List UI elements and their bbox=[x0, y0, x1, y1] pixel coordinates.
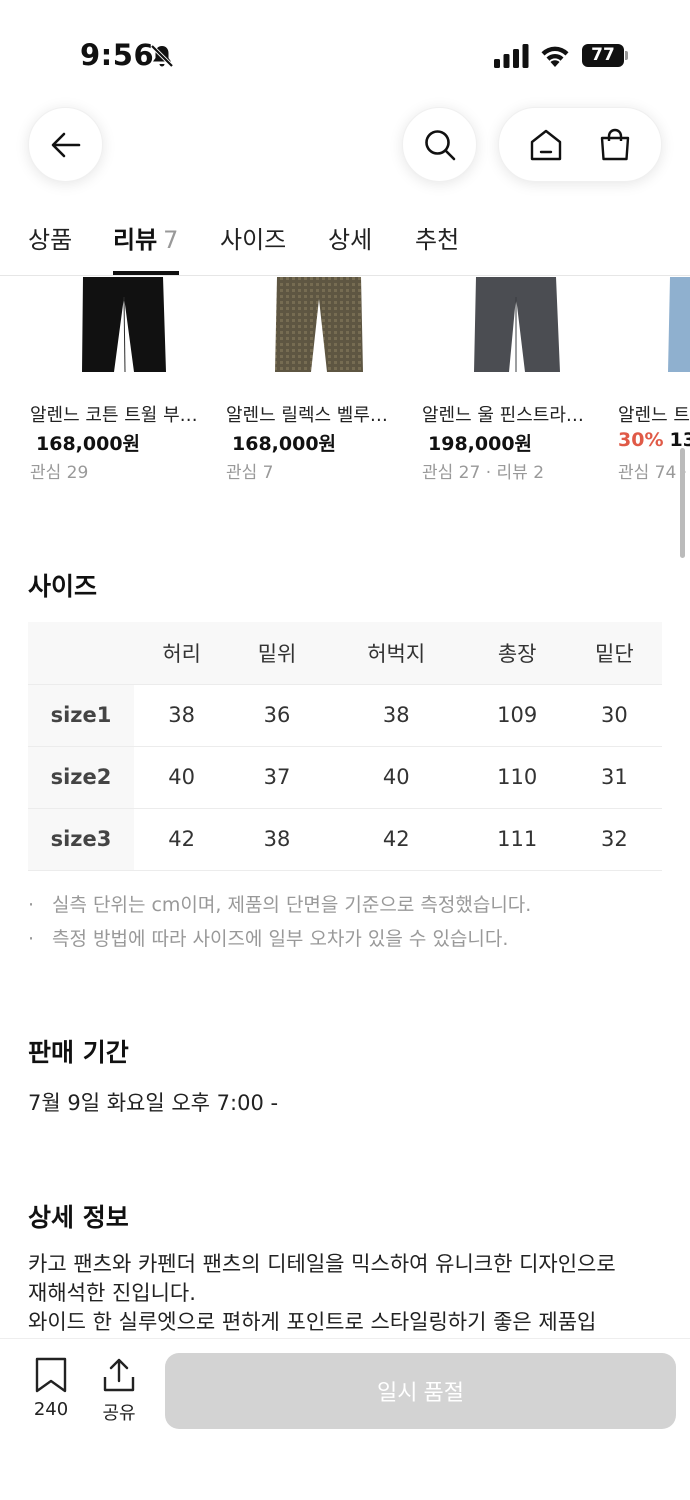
size-section-title: 사이즈 bbox=[28, 572, 98, 601]
size-table-header: 허리 밑위 허벅지 총장 밑단 bbox=[28, 622, 662, 685]
shopping-bag-icon[interactable] bbox=[597, 127, 633, 163]
column-header: 총장 bbox=[467, 622, 567, 685]
product-price: 30% 13 bbox=[618, 429, 690, 451]
bookmark-icon bbox=[35, 1357, 67, 1393]
table-cell: 110 bbox=[467, 746, 567, 809]
table-cell: 32 bbox=[566, 808, 662, 871]
product-name: 알렌느 트 bbox=[618, 405, 690, 426]
arrow-left-icon bbox=[51, 132, 80, 157]
product-image bbox=[275, 277, 363, 372]
detail-info-title: 상세 정보 bbox=[28, 1203, 129, 1232]
product-name: 알렌느 코튼 트윌 부… bbox=[30, 405, 198, 426]
bottom-action-bar: 240 공유 일시 품절 bbox=[0, 1338, 690, 1500]
product-image bbox=[668, 277, 690, 372]
soldout-button[interactable]: 일시 품절 bbox=[165, 1353, 676, 1429]
bookmark-count: 240 bbox=[33, 1399, 69, 1420]
tab-label: 리뷰 bbox=[113, 226, 158, 254]
search-button[interactable] bbox=[402, 107, 477, 182]
status-time: 9:56 bbox=[80, 38, 155, 72]
detail-line: 재해석한 진입니다. bbox=[28, 1281, 196, 1305]
battery-level: 77 bbox=[591, 45, 615, 65]
table-cell: 109 bbox=[467, 684, 567, 747]
tab-review-count: 7 bbox=[163, 226, 179, 254]
row-label: size1 bbox=[28, 684, 134, 747]
active-tab-indicator bbox=[113, 271, 179, 275]
size-note: 측정 방법에 따라 사이즈에 일부 오차가 있을 수 있습니다. bbox=[28, 922, 668, 956]
column-header: 허리 bbox=[134, 622, 230, 685]
row-label: size2 bbox=[28, 746, 134, 809]
table-row: size2 40 37 40 110 31 bbox=[28, 746, 662, 809]
table-cell: 42 bbox=[134, 808, 230, 871]
size-note: 실측 단위는 cm이며, 제품의 단면을 기준으로 측정했습니다. bbox=[28, 888, 668, 922]
table-cell: 31 bbox=[566, 746, 662, 809]
table-cell: 40 bbox=[324, 746, 468, 809]
search-icon bbox=[424, 129, 455, 160]
sale-period-title: 판매 기간 bbox=[28, 1038, 129, 1067]
share-button[interactable]: 공유 bbox=[89, 1357, 149, 1425]
product-image bbox=[82, 277, 166, 373]
detail-description: 카고 팬츠와 카펜더 팬츠의 디테일을 믹스하여 유니크한 디자인으로 재해석한… bbox=[28, 1250, 668, 1338]
product-name: 알렌느 릴렉스 벨루… bbox=[226, 405, 388, 426]
bookmark-button[interactable]: 240 bbox=[21, 1357, 81, 1420]
product-price: 198,000원 bbox=[428, 433, 533, 455]
size-table: 허리 밑위 허벅지 총장 밑단 size1 38 36 38 109 30 si… bbox=[28, 622, 662, 871]
table-cell: 111 bbox=[467, 808, 567, 871]
tab-label: 상품 bbox=[28, 226, 73, 254]
product-meta: 관심 74 · bbox=[618, 463, 688, 483]
tab-size[interactable]: 사이즈 bbox=[220, 220, 286, 255]
table-cell: 40 bbox=[134, 746, 230, 809]
product-price: 168,000원 bbox=[36, 433, 141, 455]
home-cart-button-group bbox=[498, 107, 662, 182]
column-header: 허벅지 bbox=[324, 622, 468, 685]
table-cell: 38 bbox=[324, 684, 468, 747]
product-meta: 관심 7 bbox=[226, 463, 274, 483]
table-cell: 36 bbox=[229, 684, 325, 747]
tab-label: 추천 bbox=[415, 226, 460, 254]
tab-label: 사이즈 bbox=[220, 226, 287, 254]
detail-line: 와이드 한 실루엣으로 편하게 포인트로 스타일링하기 좋은 제품입 bbox=[28, 1310, 597, 1334]
size-table-corner bbox=[28, 622, 134, 685]
tab-recommend[interactable]: 추천 bbox=[415, 220, 459, 255]
product-price: 168,000원 bbox=[232, 433, 337, 455]
section-tabs: 상품 리뷰 7 사이즈 상세 추천 bbox=[0, 210, 690, 276]
battery-icon: 77 bbox=[582, 44, 628, 67]
table-cell: 30 bbox=[566, 684, 662, 747]
product-image bbox=[474, 277, 560, 372]
recommended-products: 알렌느 코튼 트윌 부… 168,000원 관심 29 알렌느 릴렉스 벨루… … bbox=[0, 277, 690, 487]
column-header: 밑위 bbox=[229, 622, 325, 685]
table-cell: 37 bbox=[229, 746, 325, 809]
tab-label: 상세 bbox=[328, 226, 373, 254]
size-notes: 실측 단위는 cm이며, 제품의 단면을 기준으로 측정했습니다. 측정 방법에… bbox=[28, 888, 668, 956]
detail-line: 카고 팬츠와 카펜더 팬츠의 디테일을 믹스하여 유니크한 디자인으로 bbox=[28, 1252, 616, 1276]
product-meta: 관심 29 bbox=[30, 463, 89, 483]
page-scrollbar[interactable] bbox=[680, 448, 685, 558]
table-row: size3 42 38 42 111 32 bbox=[28, 808, 662, 871]
product-name: 알렌느 울 핀스트라… bbox=[422, 405, 584, 426]
back-button[interactable] bbox=[28, 107, 103, 182]
product-meta: 관심 27 · 리뷰 2 bbox=[422, 463, 545, 483]
cellular-signal-icon bbox=[494, 44, 529, 68]
wifi-icon bbox=[541, 46, 569, 67]
column-header: 밑단 bbox=[566, 622, 662, 685]
table-cell: 38 bbox=[134, 684, 230, 747]
table-cell: 38 bbox=[229, 808, 325, 871]
table-cell: 42 bbox=[324, 808, 468, 871]
bell-muted-icon bbox=[150, 44, 174, 68]
home-icon[interactable] bbox=[528, 127, 564, 163]
status-bar: 9:56 77 bbox=[0, 0, 690, 100]
share-icon bbox=[103, 1358, 135, 1392]
row-label: size3 bbox=[28, 808, 134, 871]
share-label: 공유 bbox=[102, 1403, 136, 1424]
tab-product[interactable]: 상품 bbox=[28, 220, 72, 255]
tab-detail[interactable]: 상세 bbox=[328, 220, 372, 255]
sale-period-value: 7월 9일 화요일 오후 7:00 - bbox=[28, 1091, 279, 1115]
tab-review[interactable]: 리뷰 7 bbox=[113, 220, 178, 255]
table-row: size1 38 36 38 109 30 bbox=[28, 684, 662, 747]
